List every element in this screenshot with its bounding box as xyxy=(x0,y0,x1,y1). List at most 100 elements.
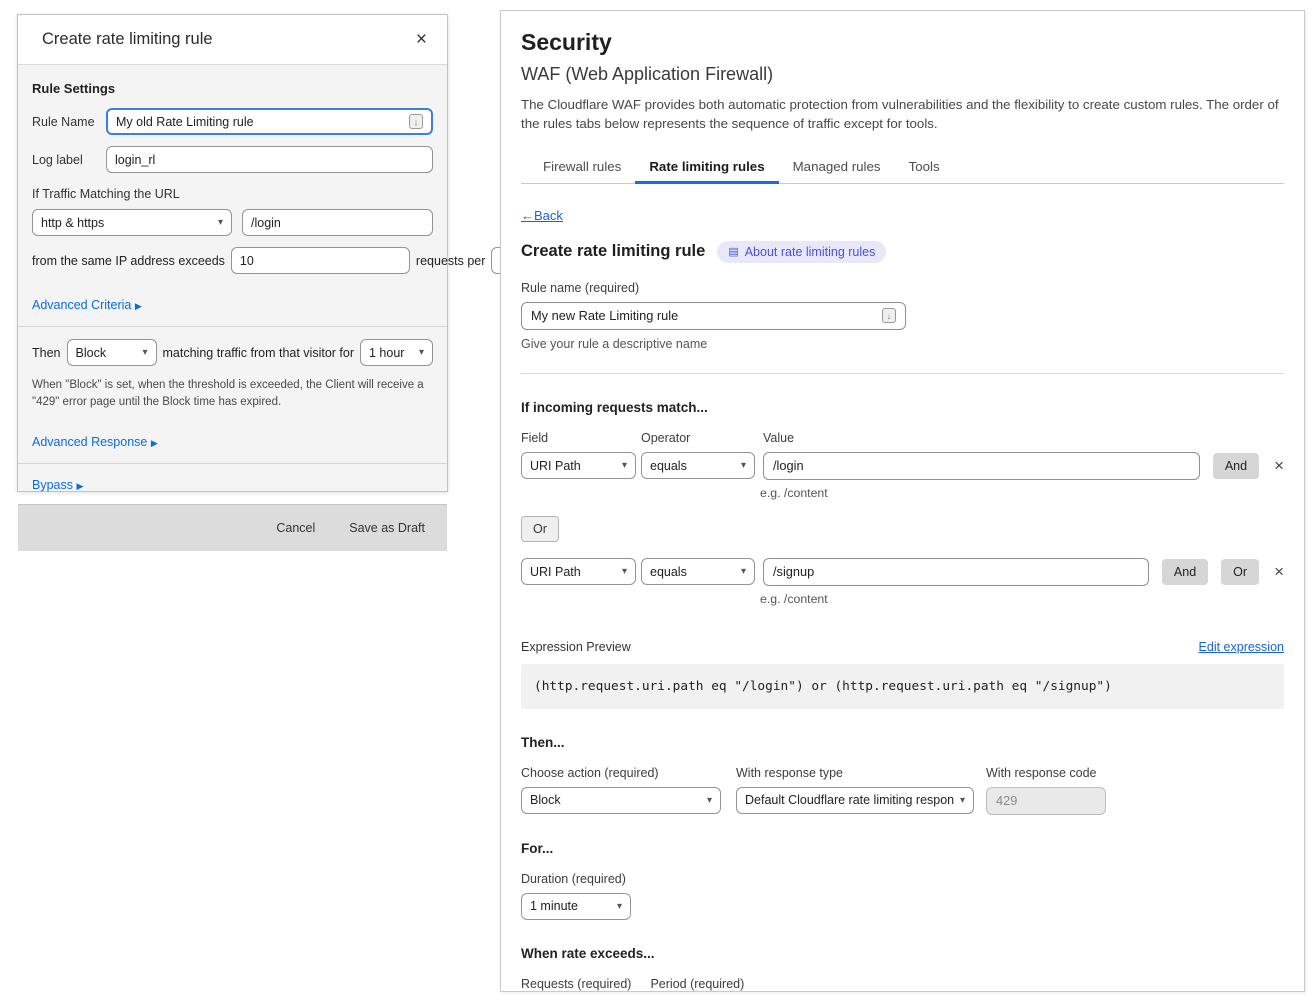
operator-select-value: equals xyxy=(650,459,735,473)
traffic-match-label: If Traffic Matching the URL xyxy=(32,187,433,201)
tab-managed-rules[interactable]: Managed rules xyxy=(779,150,895,183)
rule-name-input[interactable]: ↓ xyxy=(521,302,906,330)
log-label-input[interactable] xyxy=(106,146,433,173)
page-title: Security xyxy=(521,29,1284,56)
action-column: Block ▾ xyxy=(521,787,736,815)
expression-preview-header: Expression Preview Edit expression xyxy=(521,640,1284,654)
duration-select-value: 1 hour xyxy=(369,346,413,360)
response-type-column: Default Cloudflare rate limiting respons… xyxy=(736,787,986,815)
tab-firewall-rules[interactable]: Firewall rules xyxy=(529,150,635,183)
divider xyxy=(521,373,1284,374)
expression-preview-box: (http.request.uri.path eq "/login") or (… xyxy=(521,664,1284,709)
url-input[interactable] xyxy=(242,209,433,236)
and-button[interactable]: And xyxy=(1162,559,1208,585)
remove-condition-icon[interactable]: × xyxy=(1274,456,1284,476)
chevron-down-icon: ▾ xyxy=(622,460,627,471)
bypass-link[interactable]: Bypass ▶ xyxy=(32,478,83,492)
about-rate-limiting-badge[interactable]: ▤ About rate limiting rules xyxy=(717,241,886,263)
expression-preview-label: Expression Preview xyxy=(521,640,631,654)
tab-tools[interactable]: Tools xyxy=(895,150,954,183)
response-type-select-value: Default Cloudflare rate limiting respons… xyxy=(745,793,954,807)
value-field[interactable] xyxy=(773,564,1139,579)
edit-expression-link[interactable]: Edit expression xyxy=(1199,640,1284,654)
response-code-input xyxy=(986,787,1106,815)
log-label-field[interactable] xyxy=(115,153,424,167)
about-badge-label: About rate limiting rules xyxy=(745,245,876,259)
form-heading: Create rate limiting rule xyxy=(521,242,705,261)
chevron-down-icon: ▾ xyxy=(142,347,147,358)
threshold-input[interactable] xyxy=(231,247,410,274)
rule-settings-heading: Rule Settings xyxy=(32,81,433,96)
and-button[interactable]: And xyxy=(1213,453,1259,479)
modal-header: Create rate limiting rule × xyxy=(18,15,447,65)
requests-column: Requests (required) xyxy=(521,977,631,992)
back-link[interactable]: ←Back xyxy=(521,208,563,223)
rule-name-row: Rule Name ↓ xyxy=(32,108,433,135)
duration-select[interactable]: 1 hour ▾ xyxy=(360,339,433,366)
page-subtitle: WAF (Web Application Firewall) xyxy=(521,64,1284,85)
save-as-draft-button[interactable]: Save as Draft xyxy=(349,521,425,535)
chevron-down-icon: ▾ xyxy=(741,566,746,577)
value-input[interactable] xyxy=(763,452,1200,480)
log-label-row: Log label xyxy=(32,146,433,173)
chevron-down-icon: ▾ xyxy=(617,901,622,912)
rule-name-field[interactable] xyxy=(116,115,409,129)
threshold-field[interactable] xyxy=(240,254,401,268)
value-input[interactable] xyxy=(763,558,1149,586)
action-select[interactable]: Block ▾ xyxy=(67,339,157,366)
condition-row: URI Path ▾ equals ▾ And × xyxy=(521,452,1284,480)
autofill-icon[interactable]: ↓ xyxy=(409,114,423,129)
chevron-down-icon: ▾ xyxy=(622,566,627,577)
modal-footer: Cancel Save as Draft xyxy=(18,504,447,551)
page-description: The Cloudflare WAF provides both automat… xyxy=(521,95,1284,134)
field-select[interactable]: URI Path ▾ xyxy=(521,452,636,479)
response-type-select[interactable]: Default Cloudflare rate limiting respons… xyxy=(736,787,974,814)
or-button[interactable]: Or xyxy=(1221,559,1259,585)
chevron-down-icon: ▾ xyxy=(218,217,223,228)
close-icon[interactable]: × xyxy=(416,30,427,49)
scheme-select[interactable]: http & https ▾ xyxy=(32,209,232,236)
back-label: Back xyxy=(534,208,563,223)
triangle-right-icon: ▶ xyxy=(76,481,83,491)
then-label: Then xyxy=(32,346,61,360)
chevron-down-icon: ▾ xyxy=(419,347,424,358)
rule-name-field[interactable] xyxy=(531,308,882,323)
duration-label: Duration (required) xyxy=(521,872,1284,886)
operator-label: Operator xyxy=(641,431,755,445)
advanced-criteria-link[interactable]: Advanced Criteria ▶ xyxy=(32,298,142,312)
field-select[interactable]: URI Path ▾ xyxy=(521,558,636,585)
remove-condition-icon[interactable]: × xyxy=(1274,562,1284,582)
duration-select[interactable]: 1 minute ▾ xyxy=(521,893,631,920)
operator-select[interactable]: equals ▾ xyxy=(641,452,755,479)
autofill-icon[interactable]: ↓ xyxy=(882,308,896,323)
chevron-down-icon: ▾ xyxy=(707,795,712,806)
tab-rate-limiting-rules[interactable]: Rate limiting rules xyxy=(635,150,778,183)
operator-select[interactable]: equals ▾ xyxy=(641,558,755,585)
advanced-response-label: Advanced Response xyxy=(32,435,147,449)
scheme-select-value: http & https xyxy=(41,216,212,230)
log-label-label: Log label xyxy=(32,153,96,167)
value-field[interactable] xyxy=(773,458,1190,473)
rule-name-help: Give your rule a descriptive name xyxy=(521,337,1284,351)
security-waf-panel: Security WAF (Web Application Firewall) … xyxy=(500,10,1305,992)
advanced-response-link[interactable]: Advanced Response ▶ xyxy=(32,435,158,449)
cancel-button[interactable]: Cancel xyxy=(276,521,315,535)
threshold-middle-text: requests per xyxy=(416,254,485,268)
waf-tabs: Firewall rules Rate limiting rules Manag… xyxy=(521,150,1284,184)
rule-name-input[interactable]: ↓ xyxy=(106,108,433,135)
value-hint: e.g. /content xyxy=(760,592,1284,606)
bypass-label: Bypass xyxy=(32,478,73,492)
arrow-left-icon: ← xyxy=(521,208,534,223)
url-field[interactable] xyxy=(251,216,424,230)
choose-action-label: Choose action (required) xyxy=(521,766,736,780)
action-select[interactable]: Block ▾ xyxy=(521,787,721,814)
threshold-prefix-text: from the same IP address exceeds xyxy=(32,254,225,268)
modal-title: Create rate limiting rule xyxy=(42,30,416,49)
modal-body: Rule Settings Rule Name ↓ Log label If T… xyxy=(18,65,447,504)
condition-row: URI Path ▾ equals ▾ And Or × xyxy=(521,558,1284,586)
period-column: Period (required) 1 minute ▾ xyxy=(650,977,757,992)
response-code-field xyxy=(996,793,1096,808)
rate-heading: When rate exceeds... xyxy=(521,946,1284,961)
for-heading: For... xyxy=(521,841,1284,856)
or-connector-button[interactable]: Or xyxy=(521,516,559,542)
